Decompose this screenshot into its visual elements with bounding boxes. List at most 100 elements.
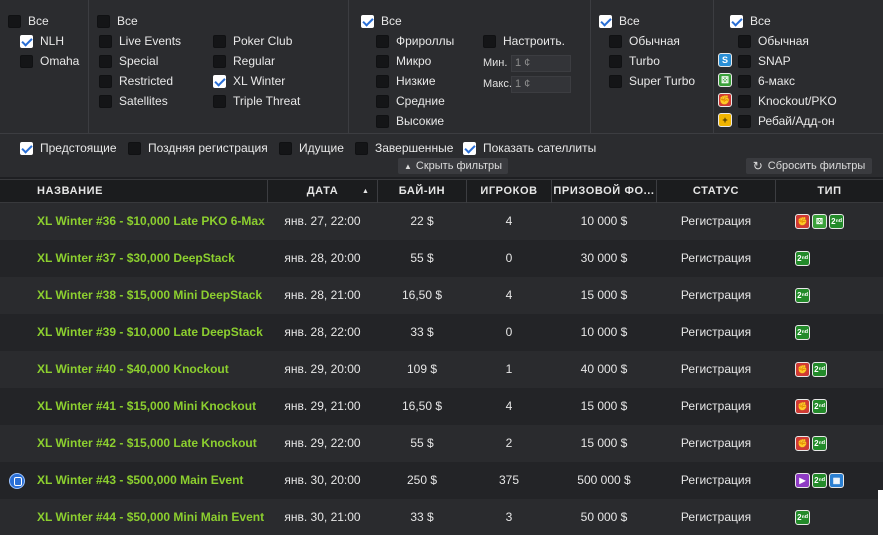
type-six-max-checkbox[interactable]: 6-макс: [738, 73, 795, 89]
table-row[interactable]: XL Winter #38 - $15,000 Mini DeepStack ян…: [0, 277, 883, 314]
column-header-type[interactable]: ТИП: [776, 180, 883, 203]
table-row[interactable]: XL Winter #37 - $30,000 DeepStack янв. 28…: [0, 240, 883, 277]
event-live-checkbox[interactable]: Live Events: [99, 33, 181, 49]
scrollbar-thumb[interactable]: [878, 490, 883, 535]
tournament-name: XL Winter #37 - $30,000 DeepStack: [37, 251, 235, 265]
event-poker-club-checkbox[interactable]: Poker Club: [213, 33, 292, 49]
tournament-name: XL Winter #39 - $10,000 Late DeepStack: [37, 325, 263, 339]
event-restricted-checkbox[interactable]: Restricted: [99, 73, 173, 89]
checkbox-label: SNAP: [758, 54, 791, 68]
buyin-all-checkbox[interactable]: Все: [361, 13, 402, 29]
buyin-high-checkbox[interactable]: Высокие: [376, 113, 444, 129]
table-row[interactable]: XL Winter #42 - $15,000 Late Knockout янв…: [0, 425, 883, 462]
checkbox-box: [99, 94, 112, 108]
checkbox-label: Poker Club: [233, 34, 293, 48]
checkbox-box: [376, 114, 389, 128]
table-row[interactable]: XL Winter #36 - $10,000 Late PKO 6-Max ян…: [0, 203, 883, 240]
buyin-custom-checkbox[interactable]: Настроить.: [483, 33, 565, 49]
checkbox-box: [738, 114, 751, 128]
table-row[interactable]: XL Winter #41 - $15,000 Mini Knockout янв…: [0, 388, 883, 425]
buyin-freerolls-checkbox[interactable]: Фрироллы: [376, 33, 454, 49]
game-nlh-checkbox[interactable]: NLH: [20, 33, 64, 49]
reset-filters-button[interactable]: ↻ Сбросить фильтры: [746, 158, 872, 174]
max-buyin-input[interactable]: 1 ¢: [511, 76, 571, 93]
tournament-date: янв. 29, 22:00: [284, 436, 361, 450]
snap-icon: S: [718, 53, 732, 67]
speed-normal-checkbox[interactable]: Обычная: [609, 33, 680, 49]
checkbox-label: NLH: [40, 34, 65, 48]
checkbox-label: Turbo: [629, 54, 660, 68]
checkbox-label: Все: [117, 14, 138, 28]
featured-event-icon: [9, 473, 25, 489]
min-buyin-input[interactable]: 1 ¢: [511, 55, 571, 72]
status-finished-checkbox[interactable]: Завершенные: [355, 140, 453, 156]
column-header-status[interactable]: СТАТУС: [657, 180, 776, 203]
checkbox-box: [738, 54, 751, 68]
type-knockout-checkbox[interactable]: Knockout/PKO: [738, 93, 837, 109]
knockout-icon: ✊: [795, 362, 810, 377]
checkbox-box: [738, 74, 751, 88]
type-all-checkbox[interactable]: Все: [730, 13, 771, 29]
checkbox-box: [463, 141, 476, 155]
checkbox-box: [99, 74, 112, 88]
table-header: НАЗВАНИЕ ДАТА ▲ БАЙ-ИН ИГРОКОВ ПРИЗОВОЙ …: [0, 179, 883, 203]
column-header-name[interactable]: НАЗВАНИЕ: [0, 180, 268, 203]
checkbox-box: [609, 34, 622, 48]
hide-filters-label: Скрыть фильтры: [415, 160, 503, 172]
hide-filters-button[interactable]: ▲ Скрыть фильтры: [398, 158, 508, 174]
buyin-medium-checkbox[interactable]: Средние: [376, 93, 445, 109]
speed-turbo-checkbox[interactable]: Turbo: [609, 53, 660, 69]
checkbox-box: [99, 54, 112, 68]
status-satellites-checkbox[interactable]: Показать сателлиты: [463, 140, 596, 156]
tournament-type-icons: ✊ 2ⁿᵈ: [795, 388, 827, 425]
late-registration-icon: 2ⁿᵈ: [812, 436, 827, 451]
event-xl-winter-checkbox[interactable]: XL Winter: [213, 73, 285, 89]
tournament-buyin: 109 $: [406, 362, 438, 376]
tournament-name: XL Winter #36 - $10,000 Late PKO 6-Max: [37, 214, 265, 228]
column-header-buyin[interactable]: БАЙ-ИН: [378, 180, 467, 203]
tournament-buyin: 33 $: [410, 325, 434, 339]
sort-ascending-icon: ▲: [362, 188, 370, 195]
checkbox-box: [376, 54, 389, 68]
tournament-players: 375: [498, 473, 520, 487]
table-row[interactable]: XL Winter #43 - $500,000 Main Event янв. …: [0, 462, 883, 499]
buyin-micro-checkbox[interactable]: Микро: [376, 53, 431, 69]
tournament-players: 0: [505, 325, 513, 339]
game-omaha-checkbox[interactable]: Omaha: [20, 53, 79, 69]
tournament-prize-pool: 10 000 $: [580, 214, 628, 228]
speed-all-checkbox[interactable]: Все: [599, 13, 640, 29]
tournament-date: янв. 29, 20:00: [284, 362, 361, 376]
column-header-prize[interactable]: ПРИЗОВОЙ ФО...: [552, 180, 657, 203]
calendar-icon: ▦: [829, 473, 844, 488]
video-icon: ▶: [795, 473, 810, 488]
buyin-low-checkbox[interactable]: Низкие: [376, 73, 436, 89]
table-row[interactable]: XL Winter #44 - $50,000 Mini Main Event я…: [0, 499, 883, 535]
event-all-checkbox[interactable]: Все: [97, 13, 138, 29]
status-running-checkbox[interactable]: Идущие: [279, 140, 344, 156]
status-late-reg-checkbox[interactable]: Поздняя регистрация: [128, 140, 268, 156]
checkbox-label: Triple Threat: [233, 94, 301, 108]
tournament-date: янв. 28, 20:00: [284, 251, 361, 265]
game-all-checkbox[interactable]: Все: [8, 13, 49, 29]
speed-super-turbo-checkbox[interactable]: Super Turbo: [609, 73, 695, 89]
event-regular-checkbox[interactable]: Regular: [213, 53, 275, 69]
type-normal-checkbox[interactable]: Обычная: [738, 33, 809, 49]
filter-event-column: Все Live Events Special Restricted Satel…: [88, 0, 348, 133]
type-snap-checkbox[interactable]: SNAP: [738, 53, 791, 69]
tournament-date: янв. 27, 22:00: [284, 214, 361, 228]
type-rebuy-checkbox[interactable]: Ребай/Адд-он: [738, 113, 835, 129]
checkbox-label: Все: [750, 14, 771, 28]
column-header-date[interactable]: ДАТА ▲: [268, 180, 378, 203]
column-header-players[interactable]: ИГРОКОВ: [467, 180, 552, 203]
refresh-icon: ↻: [752, 159, 763, 173]
table-row[interactable]: XL Winter #39 - $10,000 Late DeepStack ян…: [0, 314, 883, 351]
table-row[interactable]: XL Winter #40 - $40,000 Knockout янв. 29,…: [0, 351, 883, 388]
event-satellites-checkbox[interactable]: Satellites: [99, 93, 168, 109]
checkbox-label: Предстоящие: [40, 141, 117, 155]
status-upcoming-checkbox[interactable]: Предстоящие: [20, 140, 117, 156]
event-triple-threat-checkbox[interactable]: Triple Threat: [213, 93, 300, 109]
knockout-icon: ✊: [718, 93, 732, 107]
event-special-checkbox[interactable]: Special: [99, 53, 158, 69]
checkbox-box: [97, 14, 110, 28]
checkbox-box: [213, 74, 226, 88]
